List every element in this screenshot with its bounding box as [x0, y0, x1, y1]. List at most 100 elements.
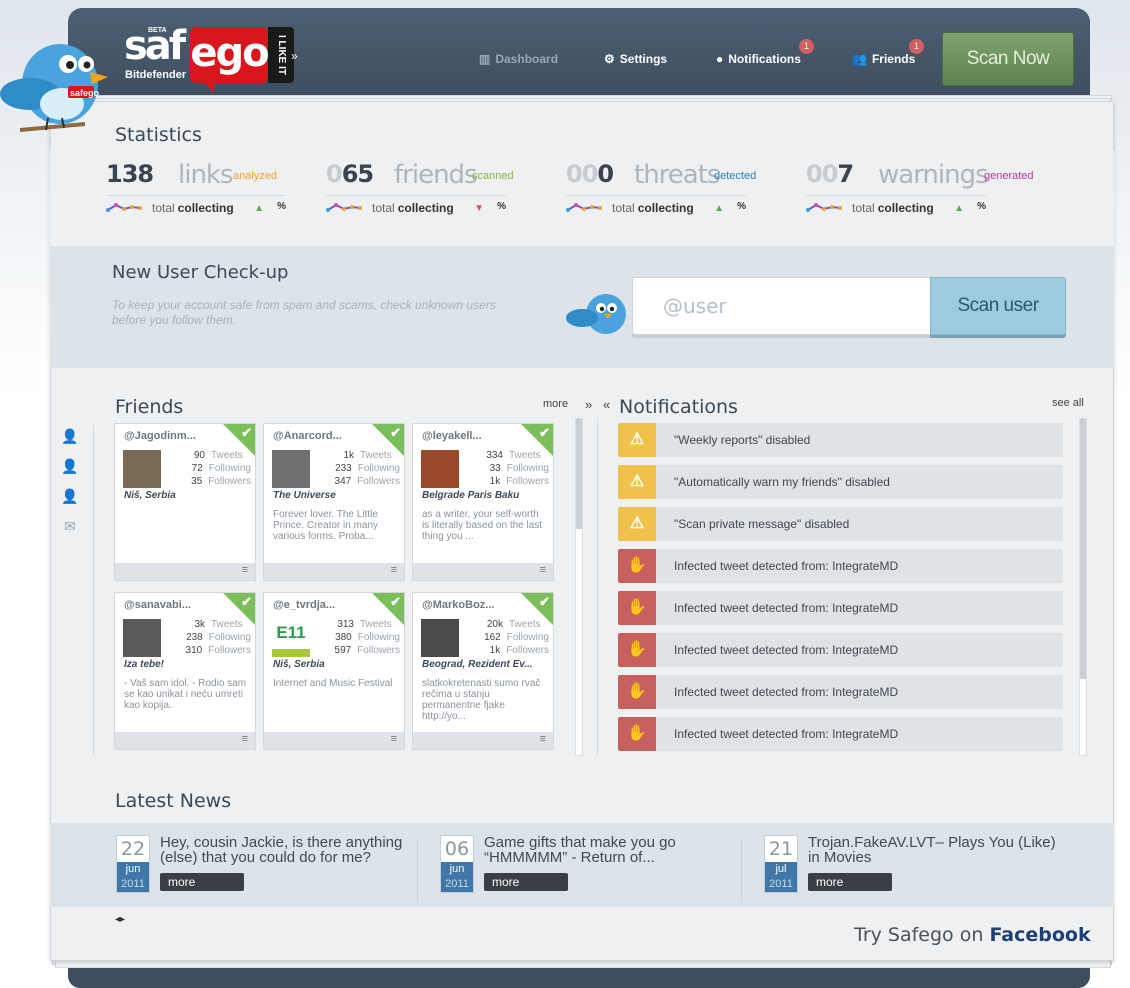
avatar[interactable]: [123, 450, 161, 488]
friend-handle[interactable]: @MarkoBoz...: [422, 599, 494, 611]
nav-notifications-label: Notifications: [728, 52, 801, 66]
friend-stat-value: 597: [334, 645, 352, 656]
friend-card-footer: ≡: [413, 563, 553, 580]
notification-item[interactable]: ⚠ "Scan private message" disabled: [618, 507, 1063, 541]
facebook-promo[interactable]: Try Safego on Facebook: [854, 924, 1091, 946]
notification-item[interactable]: ✋ Infected tweet detected from: Integrate…: [618, 633, 1063, 667]
user-question-icon[interactable]: 👤: [61, 488, 79, 506]
user-icon[interactable]: 👤: [61, 428, 79, 446]
menu-list-icon[interactable]: ≡: [242, 733, 248, 745]
friend-handle[interactable]: @Jagodinm...: [124, 430, 196, 442]
facebook-link[interactable]: Facebook: [989, 924, 1090, 946]
menu-list-icon[interactable]: ≡: [540, 733, 546, 745]
friend-stat-label: Tweets: [509, 450, 541, 461]
friend-card[interactable]: @leyakell... ✔ 334 Tweets 33 Following 1k Follo…: [412, 423, 554, 581]
stat-block: 138 links analyzed total collecting ▲%: [106, 160, 286, 215]
stat-number-value: 138: [106, 160, 154, 188]
news-date: 22 jun 2011: [116, 835, 150, 893]
trend-up-icon: ▲: [714, 203, 724, 214]
friend-card[interactable]: @Jagodinm... ✔ 90 Tweets 72 Following 35 Follow…: [114, 423, 256, 581]
nav-friends[interactable]: 👥 Friends: [852, 52, 915, 66]
nav-notifications[interactable]: ● Notifications: [716, 52, 801, 66]
friend-stat-followers: 1k Followers: [463, 644, 549, 657]
news-more-button[interactable]: more: [808, 873, 892, 891]
friend-stat-value: 310: [185, 645, 203, 656]
friend-handle[interactable]: @leyakell...: [422, 430, 482, 442]
avatar[interactable]: [421, 619, 459, 657]
friend-stat-value: 1k: [489, 476, 501, 487]
friend-stats: 3k Tweets 238 Following 310 Followers: [165, 618, 251, 657]
notification-item[interactable]: ✋ Infected tweet detected from: Integrate…: [618, 717, 1063, 751]
friends-more-link[interactable]: more: [543, 398, 568, 410]
friend-card[interactable]: @MarkoBoz... ✔ 20k Tweets 162 Following 1k Foll…: [412, 592, 554, 750]
friends-scroll-thumb[interactable]: [576, 419, 582, 529]
check-icon: ✔: [241, 594, 252, 609]
friend-stat-label: Followers: [357, 476, 400, 487]
nav-dashboard[interactable]: ▥ Dashboard: [479, 52, 558, 66]
menu-list-icon[interactable]: ≡: [242, 564, 248, 576]
stat-collecting-label: collecting: [397, 201, 454, 215]
see-all-link[interactable]: see all: [1052, 397, 1084, 409]
avatar[interactable]: [272, 450, 310, 488]
expand-left-icon[interactable]: «: [603, 397, 610, 412]
news-headline[interactable]: Game gifts that make you go “HMMMMM” - R…: [484, 835, 739, 865]
friend-handle[interactable]: @Anarcord...: [273, 430, 342, 442]
news-headline[interactable]: Hey, cousin Jackie, is there anything (e…: [160, 835, 415, 865]
stat-percent: %: [497, 201, 506, 212]
stat-word: friends: [394, 160, 478, 190]
news-arrows-icon[interactable]: ◂▸: [115, 914, 125, 925]
user-search-input[interactable]: @user: [632, 277, 932, 335]
friend-card[interactable]: @Anarcord... ✔ 1k Tweets 233 Following 347 Foll…: [263, 423, 405, 581]
friend-stat-value: 1k: [343, 450, 354, 461]
stat-divider: [106, 195, 286, 196]
scan-now-button[interactable]: Scan Now: [942, 32, 1074, 86]
news-headline[interactable]: Trojan.FakeAV.LVT– Plays You (Like) in M…: [808, 835, 1063, 865]
friend-bio: as a writer, your self-worth is literall…: [422, 509, 543, 542]
news-more-button[interactable]: more: [160, 873, 244, 891]
friend-card-footer: ≡: [264, 732, 404, 749]
check-icon: ✔: [241, 425, 252, 440]
stat-percent: %: [277, 201, 286, 212]
friend-bio: Internet and Music Festival: [273, 678, 393, 689]
friend-stat-label: Following: [208, 463, 251, 474]
notification-item[interactable]: ⚠ "Weekly reports" disabled: [618, 423, 1063, 457]
scan-user-button[interactable]: Scan user: [930, 277, 1066, 335]
notification-item[interactable]: ⚠ "Automatically warn my friends" disable…: [618, 465, 1063, 499]
avatar[interactable]: [421, 450, 459, 488]
notifications-scroll-thumb[interactable]: [1080, 419, 1086, 679]
friend-handle[interactable]: @sanavabi...: [124, 599, 191, 611]
menu-list-icon[interactable]: ≡: [391, 733, 397, 745]
news-item: 06 jun 2011 Game gifts that make you go “HM…: [440, 835, 740, 895]
friend-card-footer: ≡: [413, 732, 553, 749]
notification-item[interactable]: ✋ Infected tweet detected from: Integrate…: [618, 591, 1063, 625]
notification-item[interactable]: ✋ Infected tweet detected from: Integrate…: [618, 675, 1063, 709]
mail-icon[interactable]: ✉: [61, 518, 79, 536]
friend-location: Beograd, Rezident Ev...: [422, 659, 533, 670]
user-check-icon[interactable]: 👤: [61, 458, 79, 476]
friend-stat-label: Tweets: [509, 619, 541, 630]
friends-scrollbar[interactable]: [575, 418, 583, 756]
nav-settings-label: Settings: [619, 52, 668, 66]
news-more-button[interactable]: more: [484, 873, 568, 891]
friend-card[interactable]: @sanavabi... ✔ 3k Tweets 238 Following 310 Foll…: [114, 592, 256, 750]
notification-item[interactable]: ✋ Infected tweet detected from: Integrate…: [618, 549, 1063, 583]
menu-list-icon[interactable]: ≡: [540, 564, 546, 576]
friend-stat-label: Tweets: [360, 619, 392, 630]
checkup-description: To keep your account safe from spam and …: [112, 298, 496, 327]
avatar[interactable]: [123, 619, 161, 657]
menu-list-icon[interactable]: ≡: [391, 564, 397, 576]
friend-stat-tweets: 313 Tweets: [314, 618, 400, 631]
friend-card[interactable]: @e_tvrdja... ✔ E11 313 Tweets 380 Following 597…: [263, 592, 405, 750]
friends-side-icons: 👤 👤 👤 ✉: [61, 428, 81, 548]
nav-settings[interactable]: ⚙ Settings: [604, 52, 667, 66]
expand-right-icon[interactable]: »: [585, 397, 592, 412]
notifications-divider: [597, 418, 598, 756]
stat-divider: [326, 195, 506, 196]
statistics-title: Statistics: [115, 124, 202, 146]
friend-card-footer: ≡: [115, 732, 255, 749]
notifications-scrollbar[interactable]: [1079, 418, 1087, 756]
friend-handle[interactable]: @e_tvrdja...: [273, 599, 335, 611]
avatar[interactable]: E11: [272, 619, 310, 657]
notification-text: "Weekly reports" disabled: [674, 433, 811, 447]
friend-stat-value: 334: [486, 450, 503, 461]
